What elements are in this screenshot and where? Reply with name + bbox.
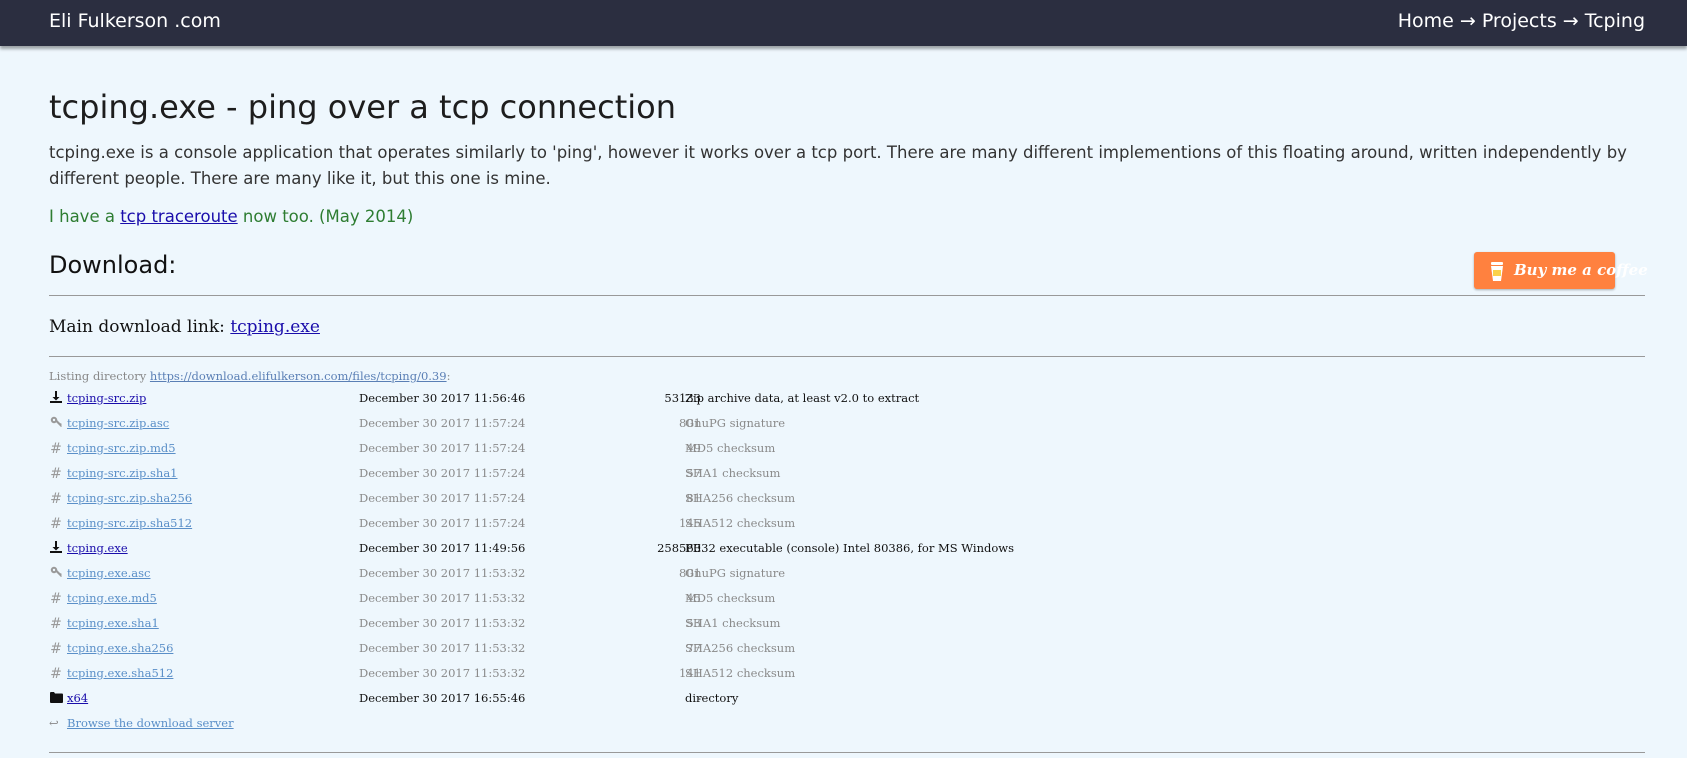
file-name-link[interactable]: tcping-src.zip (67, 391, 146, 405)
breadcrumb-separator: → (1562, 10, 1579, 32)
browse-server-link[interactable]: Browse the download server (67, 716, 234, 730)
file-name-link[interactable]: tcping.exe (67, 541, 128, 555)
hash-icon: # (50, 591, 62, 607)
file-description: PE32 executable (console) Intel 80386, f… (685, 541, 1015, 555)
listing-row: # tcping-src.zip.sha1 December 30 2017 11:… (49, 460, 1645, 485)
listing-row: tcping-src.zip December 30 2017 11:56:46 5… (49, 385, 1645, 410)
file-name-link[interactable]: tcping.exe.asc (67, 566, 150, 580)
file-date: December 30 2017 11:57:24 (359, 491, 526, 505)
divider (49, 752, 1645, 753)
file-description: GnuPG signature (685, 416, 786, 430)
hash-icon: # (50, 666, 62, 682)
hash-icon: # (50, 641, 62, 657)
file-date: December 30 2017 11:53:32 (359, 641, 526, 655)
listing-header: Listing directory https://download.elifu… (49, 369, 1645, 383)
divider (49, 295, 1645, 296)
listing-row: x64 December 30 2017 16:55:46- directory (49, 685, 1645, 710)
file-description: directory (685, 691, 739, 705)
file-date: December 30 2017 11:53:32 (359, 591, 526, 605)
download-icon (49, 541, 63, 556)
file-date: December 30 2017 11:57:24 (359, 441, 526, 455)
main-download-line: Main download link: tcping.exe (49, 317, 320, 337)
listing-row: # tcping-src.zip.md5 December 30 2017 11:5… (49, 435, 1645, 460)
listing-row: # tcping-src.zip.sha512 December 30 2017 1… (49, 510, 1645, 535)
intro-paragraph: tcping.exe is a console application that… (49, 143, 1627, 188)
page-title: tcping.exe - ping over a tcp connection (49, 88, 676, 126)
file-name-link[interactable]: tcping.exe.sha1 (67, 616, 159, 630)
listing-row: # tcping.exe.sha512 December 30 2017 11:53… (49, 660, 1645, 685)
file-date: December 30 2017 11:57:24 (359, 516, 526, 530)
file-date: December 30 2017 11:57:24 (359, 466, 526, 480)
divider (49, 356, 1645, 357)
listing-row: tcping.exe December 30 2017 11:49:56 25856… (49, 535, 1645, 560)
file-name-link[interactable]: x64 (67, 691, 88, 705)
directory-listing: Listing directory https://download.elifu… (49, 369, 1645, 735)
file-date: December 30 2017 11:49:56 (359, 541, 526, 555)
main-download-label: Main download link: (49, 317, 231, 337)
breadcrumb: Home → Projects → Tcping (1398, 10, 1645, 32)
listing-row: # tcping.exe.sha1 December 30 2017 11:53:3… (49, 610, 1645, 635)
file-name-link[interactable]: tcping.exe.md5 (67, 591, 157, 605)
hash-icon: # (50, 441, 62, 457)
listing-row: # tcping.exe.sha256 December 30 2017 11:53… (49, 635, 1645, 660)
file-name-link[interactable]: tcping.exe.sha256 (67, 641, 173, 655)
download-icon (49, 391, 63, 406)
return-arrow-icon: ↩ (49, 716, 59, 730)
file-description: SHA1 checksum (685, 616, 781, 630)
breadcrumb-separator: → (1459, 10, 1476, 32)
file-date: December 30 2017 16:55:46 (359, 691, 526, 705)
file-date: December 30 2017 11:53:32 (359, 666, 526, 680)
listing-row: # tcping-src.zip.sha256 December 30 2017 1… (49, 485, 1645, 510)
file-description: SHA1 checksum (685, 466, 781, 480)
breadcrumb-home[interactable]: Home (1398, 10, 1454, 32)
hash-icon: # (50, 616, 62, 632)
file-description: Zip archive data, at least v2.0 to extra… (685, 391, 920, 405)
browse-server-row: ↩ Browse the download server (49, 710, 1645, 735)
key-icon (49, 566, 63, 581)
traceroute-note: I have a tcp traceroute now too. (May 20… (49, 207, 413, 226)
hash-icon: # (50, 466, 62, 482)
note-prefix: I have a (49, 207, 121, 226)
tcp-traceroute-link[interactable]: tcp traceroute (120, 207, 237, 226)
buy-me-a-coffee-button[interactable]: Buy me a coffee (1474, 252, 1648, 289)
file-description: MD5 checksum (685, 441, 776, 455)
file-name-link[interactable]: tcping-src.zip.sha1 (67, 466, 178, 480)
download-heading: Download: (49, 251, 177, 279)
file-description: SHA256 checksum (685, 491, 796, 505)
file-description: SHA256 checksum (685, 641, 796, 655)
file-date: December 30 2017 11:56:46 (359, 391, 526, 405)
breadcrumb-projects[interactable]: Projects (1482, 10, 1557, 32)
site-title[interactable]: Eli Fulkerson .com (49, 10, 221, 32)
file-date: December 30 2017 11:53:32 (359, 566, 526, 580)
listing-row: tcping-src.zip.asc December 30 2017 11:57… (49, 410, 1645, 435)
top-navbar: Eli Fulkerson .com Home → Projects → Tcp… (0, 0, 1687, 46)
file-name-link[interactable]: tcping.exe.sha512 (67, 666, 173, 680)
file-name-link[interactable]: tcping-src.zip.asc (67, 416, 169, 430)
hash-icon: # (50, 491, 62, 507)
listing-url-link[interactable]: https://download.elifulkerson.com/files/… (150, 369, 447, 383)
file-date: December 30 2017 11:57:24 (359, 416, 526, 430)
listing-rows: tcping-src.zip December 30 2017 11:56:46 5… (49, 385, 1645, 710)
file-name-link[interactable]: tcping-src.zip.sha256 (67, 491, 192, 505)
listing-suffix: : (446, 369, 451, 383)
hash-icon: # (50, 516, 62, 532)
note-suffix: now too. (May 2014) (237, 207, 414, 226)
coffee-cup-icon (1488, 260, 1508, 297)
file-date: December 30 2017 11:53:32 (359, 616, 526, 630)
file-description: GnuPG signature (685, 566, 786, 580)
file-description: MD5 checksum (685, 591, 776, 605)
key-icon (49, 416, 63, 431)
file-name-link[interactable]: tcping-src.zip.md5 (67, 441, 176, 455)
file-name-link[interactable]: tcping-src.zip.sha512 (67, 516, 192, 530)
folder-icon (49, 691, 63, 706)
listing-prefix: Listing directory (49, 369, 150, 383)
listing-row: # tcping.exe.md5 December 30 2017 11:53:32… (49, 585, 1645, 610)
listing-row: tcping.exe.asc December 30 2017 11:53:32 8… (49, 560, 1645, 585)
main-download-link[interactable]: tcping.exe (230, 317, 320, 337)
file-description: SHA512 checksum (685, 666, 796, 680)
breadcrumb-tcping[interactable]: Tcping (1585, 10, 1645, 32)
coffee-button-label: Buy me a coffee (1514, 261, 1648, 279)
file-description: SHA512 checksum (685, 516, 796, 530)
